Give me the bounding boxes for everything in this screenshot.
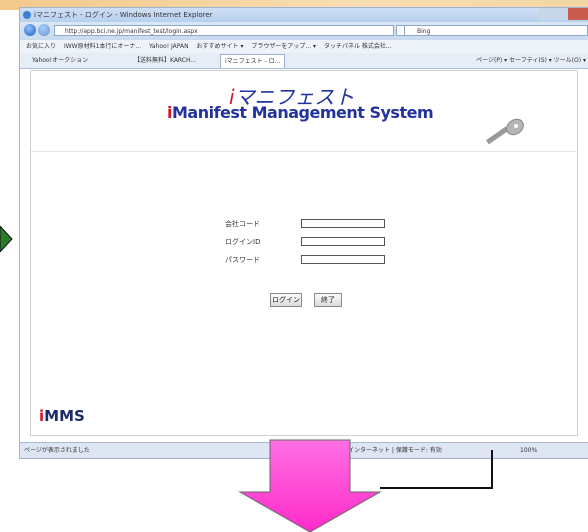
annotation-overlay xyxy=(238,439,493,532)
down-arrow-icon xyxy=(238,439,382,532)
callout-line xyxy=(380,450,493,489)
